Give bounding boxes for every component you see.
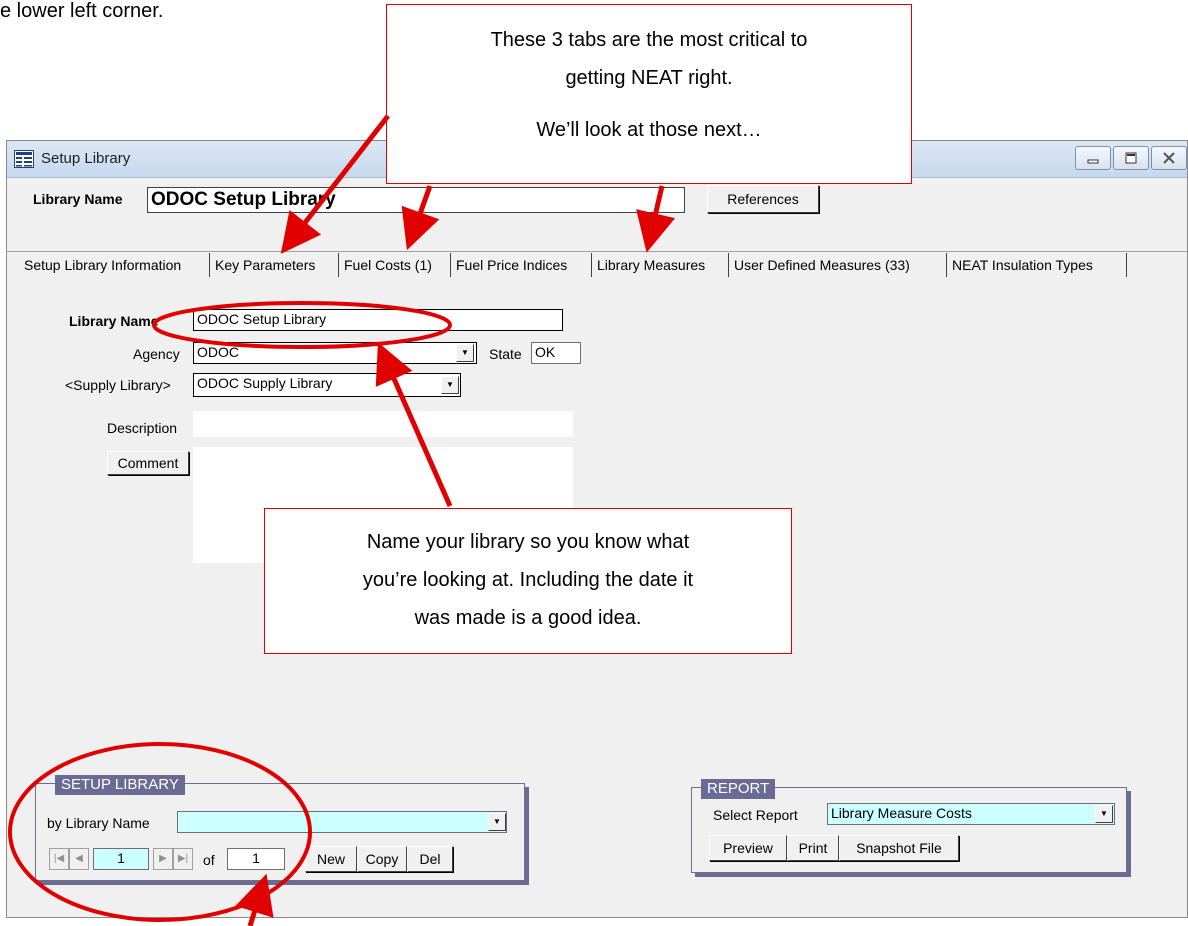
form-icon — [14, 150, 34, 168]
references-button[interactable]: References — [707, 185, 819, 213]
tab-library-measures[interactable]: Library Measures — [593, 253, 729, 277]
description-input[interactable] — [193, 411, 573, 437]
tab-user-defined-measures[interactable]: User Defined Measures (33) — [730, 253, 947, 277]
previous-record-button[interactable]: ◀ — [69, 848, 89, 870]
maximize-button[interactable] — [1113, 146, 1149, 170]
agency-dropdown-button[interactable]: ▼ — [456, 344, 474, 362]
setup-library-group-title: SETUP LIBRARY — [55, 775, 185, 795]
by-library-name-select[interactable] — [177, 811, 507, 833]
description-label: Description — [107, 420, 178, 436]
tab-setup-library-information[interactable]: Setup Library Information — [20, 253, 210, 277]
name-callout-line-2: you’re looking at. Including the date it — [362, 569, 694, 591]
of-label: of — [203, 852, 215, 868]
maximize-icon — [1125, 152, 1137, 164]
document-text: e lower left corner. — [0, 0, 164, 22]
chevron-down-icon: ▼ — [1100, 809, 1108, 818]
library-name-label: Library Name — [69, 313, 159, 329]
name-callout-line-1: Name your library so you know what — [366, 531, 690, 553]
header-library-name-field[interactable]: ODOC Setup Library — [147, 187, 685, 213]
minimize-icon — [1087, 159, 1099, 164]
tabs-callout-line-3: We’ll look at those next… — [536, 119, 762, 141]
tab-fuel-price-indices[interactable]: Fuel Price Indices — [452, 253, 592, 277]
tabs-callout-line-2: getting NEAT right. — [565, 67, 733, 89]
del-button[interactable]: Del — [407, 846, 453, 872]
comment-button[interactable]: Comment — [107, 451, 189, 475]
tabs-callout: These 3 tabs are the most critical to ge… — [386, 4, 912, 184]
agency-select[interactable]: ODOC — [193, 342, 477, 364]
chevron-down-icon: ▼ — [493, 817, 501, 826]
print-button[interactable]: Print — [787, 835, 839, 861]
tab-fuel-costs[interactable]: Fuel Costs (1) — [340, 253, 451, 277]
agency-label: Agency — [133, 346, 180, 362]
current-record-field[interactable]: 1 — [93, 848, 149, 870]
tab-key-parameters[interactable]: Key Parameters — [211, 253, 339, 277]
snapshot-file-button[interactable]: Snapshot File — [839, 835, 959, 861]
by-library-name-dropdown-button[interactable]: ▼ — [488, 813, 506, 831]
minimize-button[interactable] — [1075, 146, 1111, 170]
previous-record-icon: ◀ — [75, 853, 83, 864]
next-record-button[interactable]: ▶ — [153, 848, 173, 870]
new-button[interactable]: New — [305, 846, 357, 872]
total-records-field: 1 — [227, 848, 285, 870]
tab-strip-line — [7, 251, 1187, 252]
supply-library-label[interactable]: <Supply Library> — [65, 377, 171, 393]
supply-library-select[interactable]: ODOC Supply Library — [193, 373, 461, 397]
copy-button[interactable]: Copy — [357, 846, 407, 872]
select-report-dropdown[interactable]: Library Measure Costs — [827, 803, 1115, 825]
state-label: State — [489, 346, 522, 362]
next-record-icon: ▶ — [159, 853, 167, 864]
select-report-dropdown-button[interactable]: ▼ — [1095, 805, 1113, 823]
close-icon — [1163, 152, 1175, 164]
select-report-label: Select Report — [713, 807, 798, 823]
first-record-button[interactable]: |◀ — [49, 848, 69, 870]
tab-neat-insulation-types[interactable]: NEAT Insulation Types — [948, 253, 1127, 277]
library-name-input[interactable]: ODOC Setup Library — [193, 309, 563, 331]
last-record-icon: ▶| — [177, 853, 189, 864]
last-record-button[interactable]: ▶| — [173, 848, 193, 870]
first-record-icon: |◀ — [53, 853, 65, 864]
chevron-down-icon: ▼ — [446, 380, 454, 389]
name-callout-line-3: was made is a good idea. — [414, 607, 642, 629]
header-library-name-label: Library Name — [33, 191, 123, 207]
report-group-title: REPORT — [701, 779, 776, 799]
window-title: Setup Library — [41, 150, 131, 167]
agency-value: ODOC — [197, 344, 239, 360]
tabs-callout-line-1: These 3 tabs are the most critical to — [490, 29, 808, 51]
state-field[interactable]: OK — [531, 342, 581, 364]
supply-library-dropdown-button[interactable]: ▼ — [441, 376, 459, 394]
close-button[interactable] — [1151, 146, 1187, 170]
supply-library-value: ODOC Supply Library — [197, 375, 333, 391]
name-callout: Name your library so you know what you’r… — [264, 508, 792, 654]
preview-button[interactable]: Preview — [709, 835, 787, 861]
by-library-name-label: by Library Name — [47, 815, 150, 831]
chevron-down-icon: ▼ — [461, 348, 469, 357]
